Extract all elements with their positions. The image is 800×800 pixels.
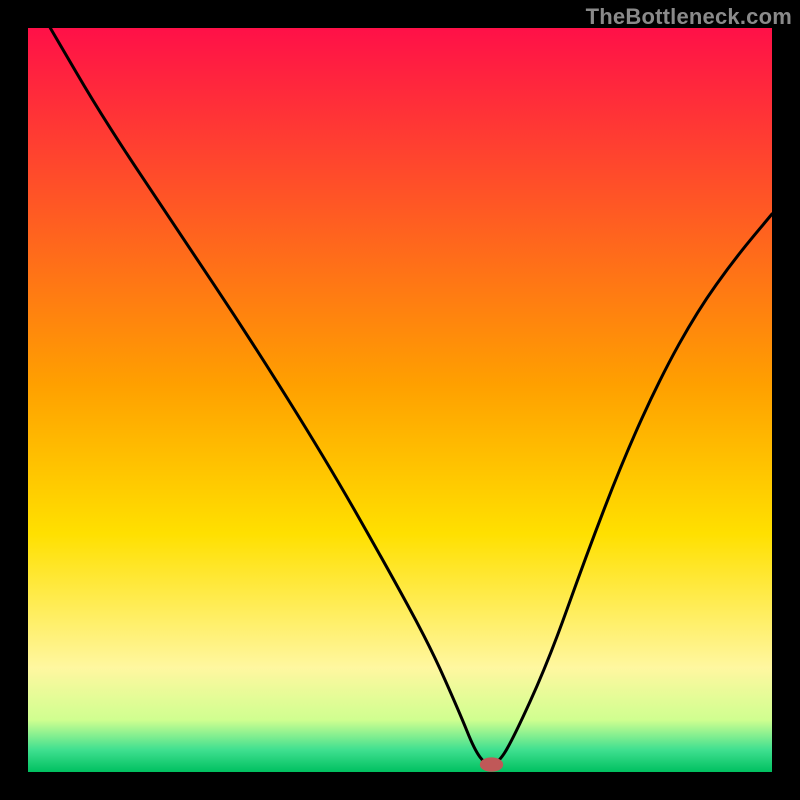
plot-svg <box>28 28 772 772</box>
watermark-text: TheBottleneck.com <box>586 4 792 30</box>
optimal-marker <box>480 758 502 771</box>
chart-frame: TheBottleneck.com <box>0 0 800 800</box>
gradient-background <box>28 28 772 772</box>
plot-area <box>28 28 772 772</box>
